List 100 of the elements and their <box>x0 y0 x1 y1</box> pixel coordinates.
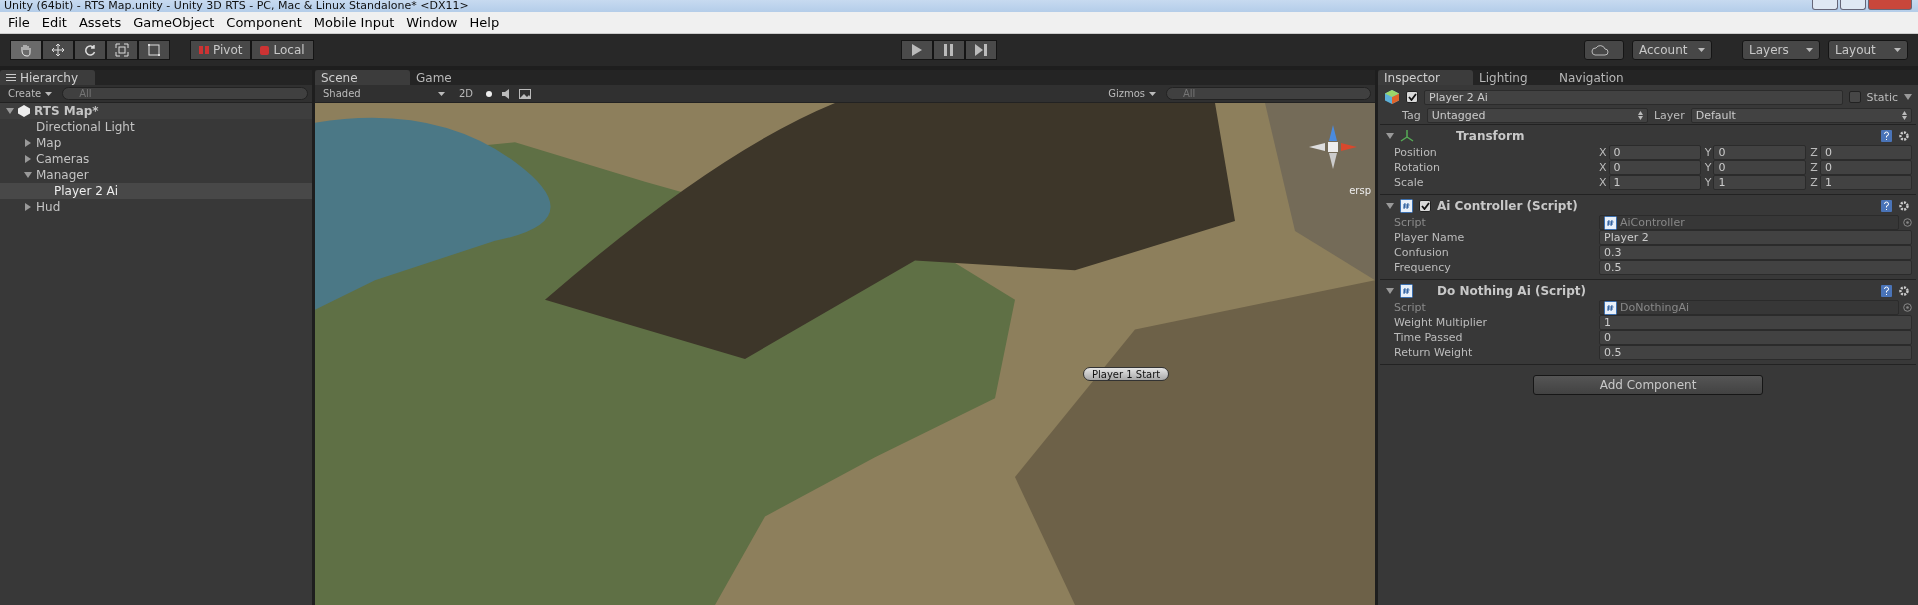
scene-header-row[interactable]: RTS Map* <box>0 103 312 119</box>
number-field[interactable]: 0 <box>1819 145 1912 160</box>
script-field[interactable]: AiController <box>1599 215 1899 230</box>
menu-item[interactable]: Component <box>220 15 308 30</box>
caret-icon[interactable] <box>1386 287 1394 295</box>
gizmos-dropdown[interactable]: Gizmos <box>1104 86 1160 101</box>
layer-dropdown[interactable]: Default <box>1690 107 1912 123</box>
updown-arrow-icon <box>1902 110 1907 120</box>
layer-label: Layer <box>1654 108 1685 122</box>
2d-toggle[interactable]: 2D <box>455 86 478 101</box>
hierarchy-tab[interactable]: Hierarchy <box>0 70 95 85</box>
hierarchy-item[interactable]: Hud <box>36 200 61 214</box>
value-field[interactable]: Player 2 <box>1599 230 1912 245</box>
tag-label: Tag <box>1402 108 1421 122</box>
number-field[interactable]: 0 <box>1819 160 1912 175</box>
script-file-icon <box>1400 284 1413 298</box>
scene-tab[interactable]: Scene <box>315 70 410 85</box>
number-field[interactable]: 1 <box>1819 175 1912 190</box>
axis-label: Y <box>1704 176 1712 189</box>
hierarchy-item[interactable]: Map <box>36 136 62 150</box>
layers-dropdown[interactable]: Layers <box>1742 40 1820 60</box>
hierarchy-item[interactable]: Player 2 Ai <box>54 184 119 198</box>
minimize-button[interactable] <box>1812 0 1838 10</box>
value-field[interactable]: 1 <box>1599 315 1912 330</box>
caret-icon[interactable] <box>1904 93 1912 101</box>
selected-row-highlight[interactable]: Player 2 Ai <box>0 183 312 199</box>
help-book-icon[interactable] <box>1881 130 1892 142</box>
local-button[interactable]: Local <box>251 40 314 60</box>
object-name-field[interactable]: Player 2 Ai <box>1424 89 1843 105</box>
number-field[interactable]: 1 <box>1608 175 1701 190</box>
hierarchy-item[interactable]: Manager <box>36 168 89 182</box>
value-field[interactable]: 0.3 <box>1599 245 1912 260</box>
cloud-button[interactable] <box>1584 40 1624 60</box>
tool-button[interactable] <box>42 40 74 60</box>
value-field[interactable]: 0.5 <box>1599 260 1912 275</box>
property-label: Player Name <box>1394 231 1466 244</box>
play-button[interactable] <box>900 40 933 60</box>
active-checkbox[interactable] <box>1406 91 1418 103</box>
help-book-icon[interactable] <box>1881 200 1892 212</box>
layout-dropdown[interactable]: Layout <box>1828 40 1908 60</box>
static-checkbox[interactable] <box>1848 91 1861 103</box>
inspector-tab[interactable]: Inspector <box>1378 70 1473 85</box>
settings-icon[interactable] <box>1898 200 1910 212</box>
account-dropdown[interactable]: Account <box>1632 40 1712 60</box>
create-dropdown[interactable]: Create <box>4 86 57 101</box>
image-icon[interactable] <box>519 88 532 99</box>
menu-item[interactable]: Edit <box>35 15 73 30</box>
pause-button[interactable] <box>932 40 965 60</box>
tool-button[interactable] <box>10 40 42 60</box>
scene-tab[interactable]: Game <box>410 70 490 85</box>
property-label: Confusion <box>1394 246 1450 259</box>
help-book-icon[interactable] <box>1881 285 1892 297</box>
property-label: Frequency <box>1394 261 1452 274</box>
add-component-button[interactable]: Add Component <box>1533 375 1763 395</box>
settings-icon[interactable] <box>1898 130 1910 142</box>
value-field[interactable]: 0 <box>1599 330 1912 345</box>
tool-button[interactable] <box>138 40 170 60</box>
number-field[interactable]: 0 <box>1713 160 1807 175</box>
caret-icon[interactable] <box>24 203 32 211</box>
object-picker-icon[interactable] <box>1903 303 1912 312</box>
object-picker-icon[interactable] <box>1903 218 1912 227</box>
menu-item[interactable]: Help <box>463 15 506 30</box>
caret-icon[interactable] <box>1386 132 1394 140</box>
caret-icon[interactable] <box>1386 202 1394 210</box>
property-label: Return Weight <box>1394 346 1474 359</box>
projection-label: ersp <box>1349 185 1371 196</box>
checkmark-icon <box>1420 202 1430 210</box>
component-title: Ai Controller (Script) <box>1437 199 1578 213</box>
rect-tool-icon <box>147 43 161 57</box>
tag-dropdown[interactable]: Untagged <box>1426 107 1648 123</box>
script-field[interactable]: DoNothingAi <box>1599 300 1899 315</box>
caret-icon[interactable] <box>6 107 14 115</box>
menu-item[interactable]: File <box>2 15 36 30</box>
number-field[interactable]: 0 <box>1608 145 1701 160</box>
inspector-tab[interactable]: Navigation <box>1553 70 1633 85</box>
tool-button[interactable] <box>106 40 138 60</box>
menu-item[interactable]: Window <box>400 15 464 30</box>
property-label: Position <box>1394 146 1438 159</box>
number-field[interactable]: 1 <box>1713 175 1807 190</box>
property-label: Weight Multiplier <box>1394 316 1489 329</box>
settings-icon[interactable] <box>1898 285 1910 297</box>
maximize-button[interactable] <box>1840 0 1866 10</box>
move-icon <box>51 43 65 57</box>
component-checkbox[interactable] <box>1419 200 1431 212</box>
hierarchy-item[interactable]: Cameras <box>36 152 90 166</box>
shading-dropdown[interactable]: Shaded <box>319 86 449 101</box>
step-button[interactable] <box>964 40 997 60</box>
tool-button[interactable] <box>74 40 106 60</box>
menu-item[interactable]: Mobile Input <box>307 15 401 30</box>
value-field[interactable]: 0.5 <box>1599 345 1912 360</box>
menu-icon[interactable] <box>6 74 16 81</box>
number-field[interactable]: 0 <box>1608 160 1701 175</box>
menu-item[interactable]: Assets <box>72 15 128 30</box>
axis-label: Z <box>1810 161 1818 174</box>
pivot-button[interactable]: Pivot <box>190 40 252 60</box>
menu-item[interactable]: GameObject <box>127 15 221 30</box>
number-field[interactable]: 0 <box>1713 145 1807 160</box>
hand-icon <box>19 43 33 57</box>
inspector-tab[interactable]: Lighting <box>1473 70 1553 85</box>
hierarchy-item[interactable]: Directional Light <box>36 120 135 134</box>
